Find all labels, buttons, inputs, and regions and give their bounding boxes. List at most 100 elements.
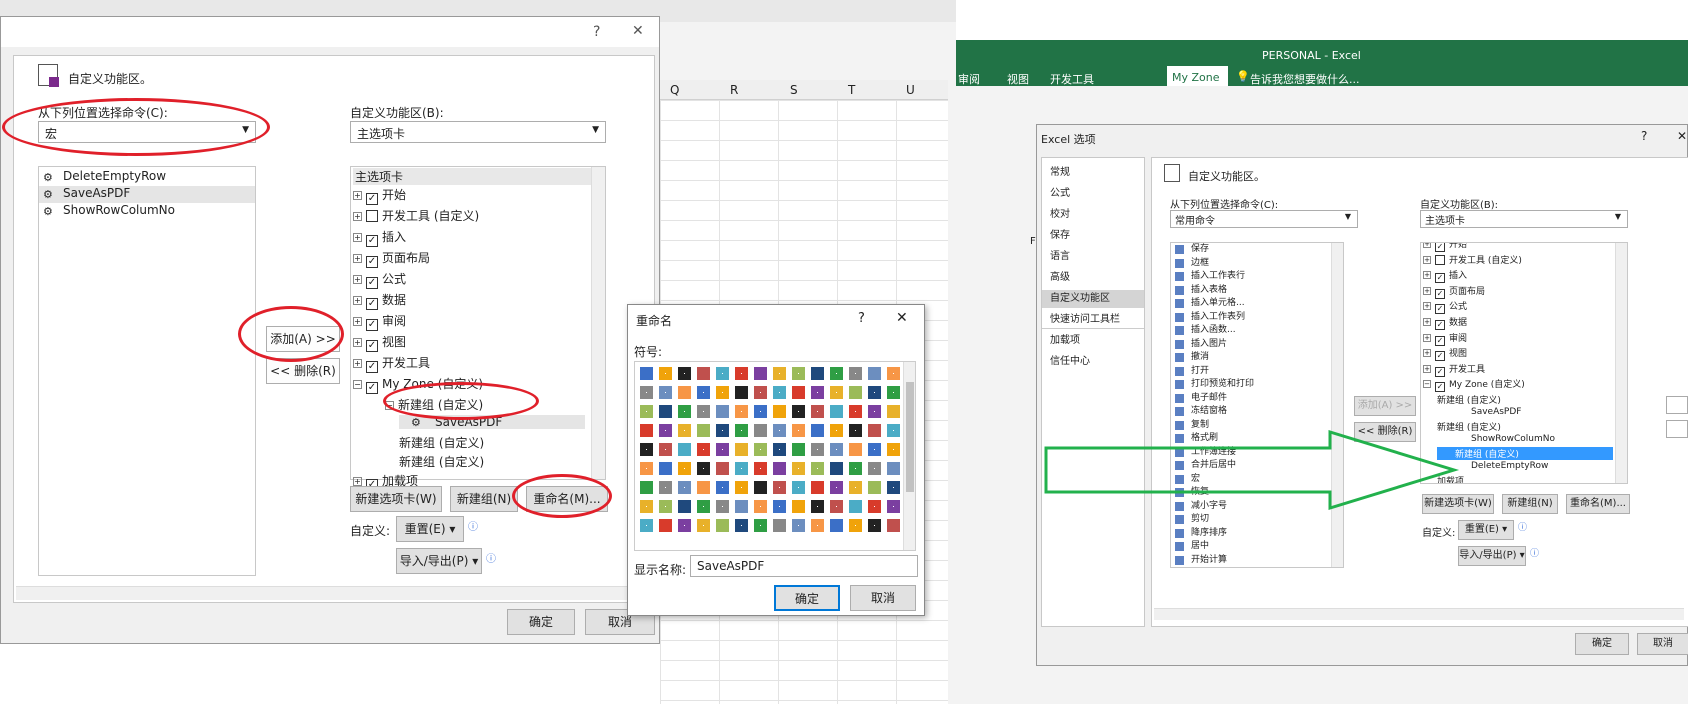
right-cancel-button[interactable]: 取消 — [1637, 633, 1688, 655]
left-help[interactable]: ? — [593, 24, 600, 40]
symbol-cell[interactable] — [808, 421, 827, 440]
symbol-cell[interactable] — [770, 516, 789, 535]
expand-icon[interactable]: + — [1423, 271, 1431, 280]
expand-icon[interactable]: + — [353, 191, 362, 200]
command-item[interactable]: 撤消 — [1171, 351, 1209, 364]
symbol-cell[interactable] — [675, 459, 694, 478]
symbol-grid[interactable] — [634, 361, 916, 551]
command-item[interactable]: 边框 — [1171, 257, 1209, 270]
symbol-cell[interactable] — [751, 459, 770, 478]
symbol-cell[interactable] — [808, 364, 827, 383]
symbol-cell[interactable] — [846, 402, 865, 421]
symbol-cell[interactable] — [675, 383, 694, 402]
symbol-cell[interactable] — [789, 383, 808, 402]
symbol-cell[interactable] — [713, 516, 732, 535]
right-import-export-button[interactable]: 导入/导出(P) ▾ — [1458, 546, 1526, 566]
tree-group[interactable]: 新建组 (自定义) — [399, 434, 484, 451]
symbol-cell[interactable] — [732, 421, 751, 440]
symbol-cell[interactable] — [637, 497, 656, 516]
symbol-cell[interactable] — [751, 383, 770, 402]
symbol-cell[interactable] — [846, 364, 865, 383]
left-ribbon-combo[interactable]: 主选项卡 ▼ — [350, 121, 606, 143]
symbol-cell[interactable] — [675, 516, 694, 535]
symbol-cell[interactable] — [732, 497, 751, 516]
command-item[interactable]: 插入单元格... — [1171, 297, 1245, 310]
tree-item[interactable]: + ✓ 视图 — [353, 333, 406, 352]
symbol-cell[interactable] — [827, 383, 846, 402]
symbol-cell[interactable] — [865, 440, 884, 459]
command-item[interactable]: 开始计算 — [1171, 554, 1227, 567]
symbol-cell[interactable] — [884, 364, 903, 383]
symbol-cell[interactable] — [732, 459, 751, 478]
ok-button[interactable]: 确定 — [507, 609, 575, 635]
symbol-cell[interactable] — [827, 459, 846, 478]
right-side-arrows-2[interactable] — [1666, 420, 1688, 438]
symbol-cell[interactable] — [751, 440, 770, 459]
command-item[interactable]: 快速打印 — [1171, 567, 1227, 568]
nav-item[interactable]: 保存 — [1042, 227, 1144, 245]
symbol-cell[interactable] — [884, 402, 903, 421]
right-ribbon-combo[interactable]: 主选项卡 ▼ — [1420, 210, 1628, 228]
nav-item[interactable]: 快速访问工具栏 — [1042, 311, 1144, 329]
right-close[interactable]: ✕ — [1677, 129, 1687, 143]
right-rename-button[interactable]: 重命名(M)... — [1566, 494, 1630, 514]
left-ribbon-tree[interactable]: 主选项卡 + ✓ 开始 + 开发工具 (自定义) + ✓ 插入 + ✓ 页面布局 + ✓ 公式 + ✓ 数据 + ✓… — [350, 166, 606, 510]
new-group-button[interactable]: 新建组(N) — [450, 486, 518, 512]
tree-item[interactable]: + ✓ 视图 — [1423, 346, 1467, 362]
remove-button[interactable]: << 删除(R) — [266, 358, 340, 384]
symbol-cell[interactable] — [656, 364, 675, 383]
right-side-arrows[interactable] — [1666, 396, 1688, 414]
symbol-cell[interactable] — [713, 459, 732, 478]
symbol-cell[interactable] — [865, 516, 884, 535]
tree-item[interactable]: + ✓ 页面布局 — [1423, 284, 1485, 299]
symbol-cell[interactable] — [865, 402, 884, 421]
expand-icon[interactable]: + — [353, 254, 362, 263]
expand-icon[interactable]: + — [1423, 286, 1431, 295]
expand-icon[interactable]: + — [1423, 349, 1431, 358]
checkbox[interactable]: ✓ — [1435, 288, 1445, 299]
checkbox[interactable]: ✓ — [366, 298, 378, 310]
symbol-cell[interactable] — [789, 459, 808, 478]
symbol-cell[interactable] — [827, 516, 846, 535]
macro-item-delete[interactable]: ⚙ DeleteEmptyRow — [39, 169, 255, 186]
symbol-cell[interactable] — [846, 516, 865, 535]
right-ok-button[interactable]: 确定 — [1575, 633, 1629, 655]
symbol-cell[interactable] — [694, 497, 713, 516]
command-item[interactable]: 降序排序 — [1171, 527, 1227, 540]
tree-item[interactable]: + ✓ 插入 — [1423, 268, 1467, 284]
nav-item[interactable]: 语言 — [1042, 248, 1144, 266]
symbol-cell[interactable] — [789, 402, 808, 421]
symbol-cell[interactable] — [884, 516, 903, 535]
symbol-cell[interactable] — [884, 421, 903, 440]
command-item[interactable]: 保存 — [1171, 243, 1209, 256]
symbol-cell[interactable] — [865, 459, 884, 478]
symbol-cell[interactable] — [808, 497, 827, 516]
expand-icon[interactable]: + — [353, 212, 362, 221]
right-command-list[interactable]: 保存 边框 插入工作表行 插入表格 插入单元格... 插入工作表列 插入函数... 插入图片撤… — [1170, 242, 1344, 568]
symbol-cell[interactable] — [846, 440, 865, 459]
expand-icon[interactable]: + — [353, 338, 362, 347]
symbol-cell[interactable] — [751, 478, 770, 497]
command-item[interactable]: 电子邮件 — [1171, 392, 1227, 405]
checkbox[interactable]: ✓ — [1435, 351, 1445, 362]
symbol-cell[interactable] — [656, 402, 675, 421]
symbol-cell[interactable] — [637, 440, 656, 459]
expand-icon[interactable]: + — [353, 233, 362, 242]
symbol-cell[interactable] — [637, 459, 656, 478]
symbol-cell[interactable] — [827, 421, 846, 440]
tab-review[interactable]: 审阅 — [958, 71, 980, 87]
symbol-cell[interactable] — [884, 440, 903, 459]
expand-icon[interactable]: + — [1423, 333, 1431, 342]
symbol-cell[interactable] — [637, 421, 656, 440]
tree-item[interactable]: + ✓ 开始 — [1423, 243, 1467, 252]
symbol-cell[interactable] — [656, 421, 675, 440]
tree-node[interactable]: 新建组 (自定义) — [1437, 393, 1501, 406]
symbol-cell[interactable] — [808, 459, 827, 478]
checkbox[interactable]: ✓ — [366, 319, 378, 331]
symbol-cell[interactable] — [808, 440, 827, 459]
reset-button[interactable]: 重置(E) ▾ — [396, 516, 464, 542]
expand-icon[interactable]: + — [353, 317, 362, 326]
command-item[interactable]: 居中 — [1171, 540, 1209, 553]
tell-me-search[interactable]: 告诉我您想要做什么... — [1250, 71, 1360, 87]
tree-item[interactable]: + ✓ 开发工具 — [353, 354, 430, 373]
